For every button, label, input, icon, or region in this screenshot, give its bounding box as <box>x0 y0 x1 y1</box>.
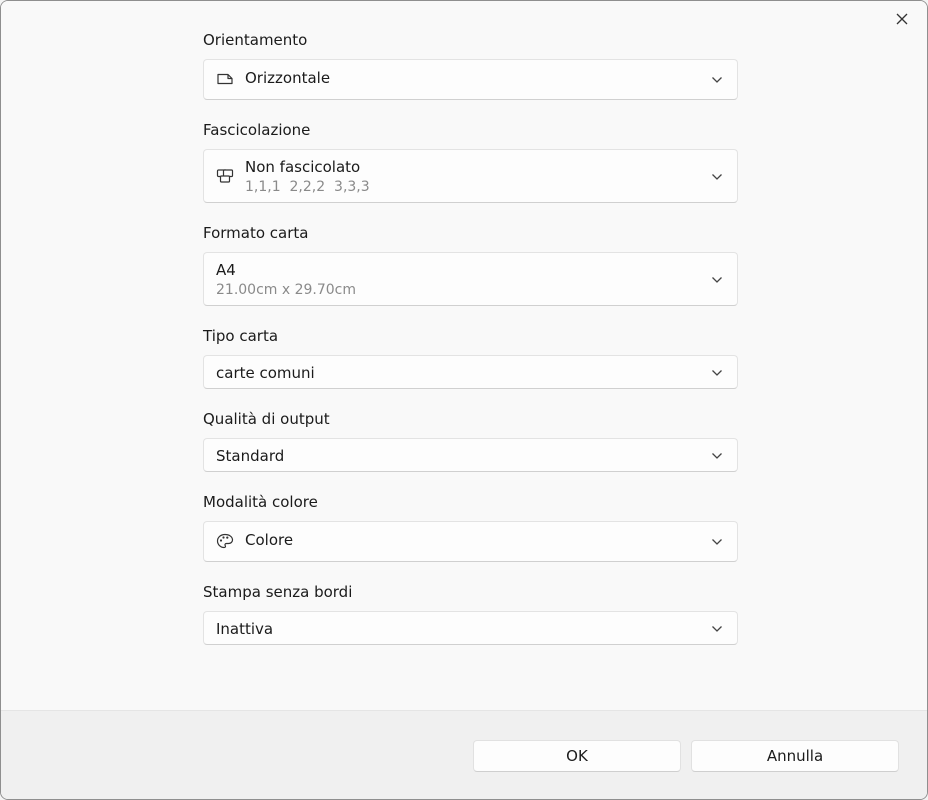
paper-size-dropdown[interactable]: A4 21.00cm x 29.70cm <box>203 252 738 306</box>
borderless-value: Inattiva <box>216 620 274 638</box>
chevron-down-icon <box>712 174 722 180</box>
orientation-value: Orizzontale <box>245 69 331 87</box>
paper-type-dropdown[interactable]: carte comuni <box>203 355 738 389</box>
output-quality-value: Standard <box>216 447 285 465</box>
paper-size-detail: 21.00cm x 29.70cm <box>216 282 357 298</box>
color-mode-dropdown[interactable]: Colore <box>203 521 738 562</box>
paper-type-label: Tipo carta <box>203 327 279 345</box>
color-mode-label: Modalità colore <box>203 493 318 511</box>
cancel-button[interactable]: Annulla <box>691 740 899 772</box>
chevron-down-icon <box>712 370 722 376</box>
paper-size-label: Formato carta <box>203 224 309 242</box>
collation-label: Fascicolazione <box>203 121 311 139</box>
orientation-label: Orientamento <box>203 31 308 49</box>
collation-value: Non fascicolato <box>245 158 361 176</box>
borderless-label: Stampa senza bordi <box>203 583 353 601</box>
palette-icon <box>216 533 234 549</box>
ok-button[interactable]: OK <box>473 740 681 772</box>
close-icon <box>896 13 908 25</box>
chevron-down-icon <box>712 277 722 283</box>
output-quality-dropdown[interactable]: Standard <box>203 438 738 472</box>
paper-type-value: carte comuni <box>216 364 315 382</box>
paper-size-value: A4 <box>216 261 236 279</box>
color-mode-value: Colore <box>245 531 294 549</box>
chevron-down-icon <box>712 626 722 632</box>
dialog-content: Orientamento Orizzontale Fascicolazione … <box>1 1 927 710</box>
chevron-down-icon <box>712 77 722 83</box>
collation-detail: 1,1,1 2,2,2 3,3,3 <box>245 179 370 195</box>
landscape-page-icon <box>217 73 233 85</box>
output-quality-label: Qualità di output <box>203 410 330 428</box>
borderless-dropdown[interactable]: Inattiva <box>203 611 738 645</box>
dialog-footer: OK Annulla <box>1 710 927 799</box>
orientation-dropdown[interactable]: Orizzontale <box>203 59 738 100</box>
collation-dropdown[interactable]: Non fascicolato 1,1,1 2,2,2 3,3,3 <box>203 149 738 203</box>
print-options-dialog: Orientamento Orizzontale Fascicolazione … <box>0 0 928 800</box>
close-button[interactable] <box>887 5 917 33</box>
collate-pages-icon <box>216 169 234 183</box>
chevron-down-icon <box>712 453 722 459</box>
chevron-down-icon <box>712 539 722 545</box>
